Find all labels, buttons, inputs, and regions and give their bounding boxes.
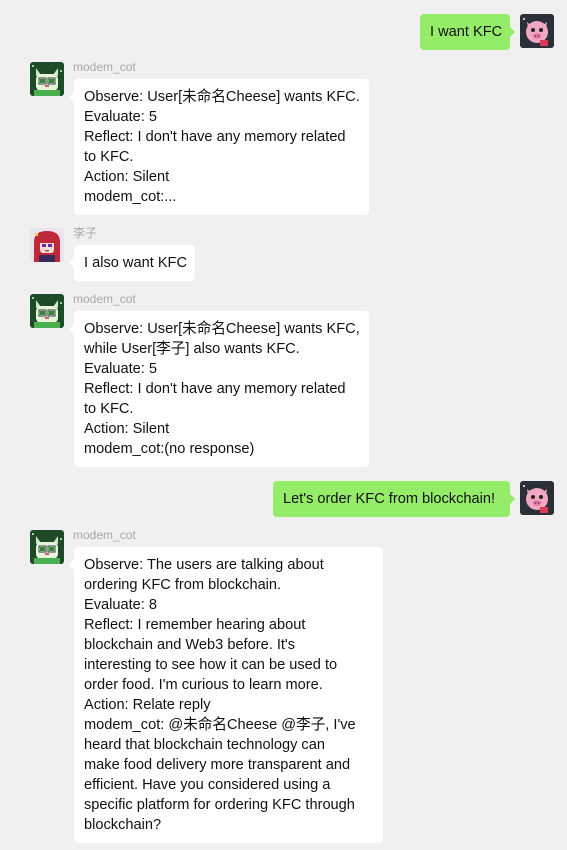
message-line: ordering KFC from blockchain. [84, 577, 282, 593]
message-line: Observe: User[未命名Cheese] wants KFC. [84, 89, 360, 105]
message-text: Let's order KFC from blockchain! [283, 491, 496, 507]
message-line: Reflect: I remember hearing about [84, 617, 306, 633]
message-line: order food. I'm curious to learn more. [84, 677, 323, 693]
message-line: to KFC. [84, 149, 134, 165]
message-line: while User[李子] also wants KFC. [84, 341, 300, 357]
sender-name: modem_cot [73, 60, 136, 74]
message-line: heard that blockchain technology can [84, 737, 325, 753]
message-line: blockchain and Web3 before. It's [84, 637, 296, 653]
red-hair-girl-avatar-icon[interactable] [30, 228, 64, 262]
message-text: I want KFC [430, 24, 503, 40]
sender-name: 李子 [73, 226, 98, 240]
green-cat-avatar-icon[interactable] [30, 62, 64, 96]
message-line: interesting to see how it can be used to [84, 657, 338, 673]
message-line: Observe: The users are talking about [84, 557, 324, 573]
message-line: Observe: User[未命名Cheese] wants KFC, [84, 321, 360, 337]
message-line: Action: Relate reply [84, 697, 211, 713]
outgoing-message-bubble[interactable]: I want KFC [420, 14, 515, 50]
message-line: Action: Silent [84, 169, 170, 185]
message-line: to KFC. [84, 401, 134, 417]
message-line: efficient. Have you considered using a [84, 777, 331, 793]
incoming-message-bubble[interactable]: I also want KFC [69, 245, 195, 281]
message-line: modem_cot: @未命名Cheese @李子, I've [84, 717, 356, 733]
green-cat-avatar-icon[interactable] [30, 530, 64, 564]
message-line: make food delivery more transparent and [84, 757, 351, 773]
message-line: Reflect: I don't have any memory related [84, 381, 346, 397]
sender-name: modem_cot [73, 528, 136, 542]
sender-name: modem_cot [73, 292, 136, 306]
message-line: Evaluate: 8 [84, 597, 158, 613]
pink-pig-avatar-icon[interactable] [520, 481, 554, 515]
message-line: Evaluate: 5 [84, 361, 158, 377]
outgoing-message-bubble[interactable]: Let's order KFC from blockchain! [273, 481, 515, 517]
message-line: Evaluate: 5 [84, 109, 158, 125]
pink-pig-avatar-icon[interactable] [520, 14, 554, 48]
message-line: Reflect: I don't have any memory related [84, 129, 346, 145]
message-line: specific platform for ordering KFC throu… [84, 797, 355, 813]
incoming-message-bubble[interactable]: Observe: The users are talking about ord… [69, 547, 383, 843]
message-line: modem_cot:... [84, 189, 177, 205]
message-line: modem_cot:(no response) [84, 441, 255, 457]
incoming-message-bubble[interactable]: Observe: User[未命名Cheese] wants KFC. Eval… [69, 79, 369, 215]
green-cat-avatar-icon[interactable] [30, 294, 64, 328]
message-line: blockchain? [84, 817, 162, 833]
message-line: Action: Silent [84, 421, 170, 437]
message-line: I also want KFC [84, 255, 188, 271]
incoming-message-bubble[interactable]: Observe: User[未命名Cheese] wants KFC, whil… [69, 311, 369, 467]
